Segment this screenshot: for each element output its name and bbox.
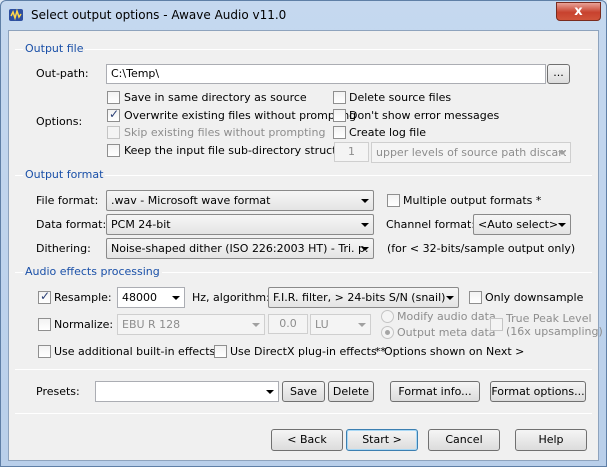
only-downsample-label[interactable]: Only downsample: [485, 291, 583, 304]
close-button[interactable]: x: [556, 2, 601, 21]
output-meta-radio: [381, 326, 394, 339]
save-same-dir-checkbox[interactable]: [107, 91, 120, 104]
keep-subdir-checkbox[interactable]: [107, 144, 120, 157]
levels-input: 1: [334, 142, 369, 162]
radio-dot: [385, 330, 390, 335]
dithering-combo[interactable]: Noise-shaped dither (ISO 226:2003 HT) - …: [106, 238, 374, 259]
presets-combo[interactable]: [95, 381, 279, 402]
builtin-effects-label[interactable]: Use additional built-in effects *: [54, 345, 224, 358]
modify-audio-radio: [381, 310, 394, 323]
keep-subdir-label[interactable]: Keep the input file sub-directory struct…: [124, 144, 358, 157]
true-peak-sublabel: (16x upsampling): [506, 325, 603, 338]
chevron-down-icon: [361, 199, 369, 203]
create-log-checkbox[interactable]: [333, 126, 346, 139]
normalize-unit-combo: LU: [310, 314, 371, 335]
group-title-audio-effects: Audio effects processing: [23, 265, 162, 278]
chevron-down-icon: [361, 223, 369, 227]
start-button[interactable]: Start >: [346, 429, 418, 451]
title-bar[interactable]: Select output options - Awave Audio v11.…: [1, 1, 606, 29]
chevron-down-icon: [558, 223, 566, 227]
dithering-label: Dithering:: [36, 242, 91, 255]
group-title-output-format: Output format: [23, 168, 106, 181]
multiple-formats-label[interactable]: Multiple output formats *: [403, 194, 541, 207]
file-format-label: File format:: [36, 194, 99, 207]
create-log-label[interactable]: Create log file: [349, 126, 426, 139]
skip-existing-checkbox: [107, 126, 120, 139]
group-divider: [15, 49, 592, 50]
normalize-checkbox[interactable]: [38, 318, 51, 331]
outpath-label: Out-path:: [36, 67, 89, 80]
back-button[interactable]: < Back: [271, 429, 343, 451]
algorithm-combo[interactable]: F.I.R. filter, > 24-bits S/N (snail): [268, 287, 459, 308]
no-errors-checkbox[interactable]: [333, 109, 346, 122]
chevron-down-icon: [252, 323, 260, 327]
file-format-combo[interactable]: .wav - Microsoft wave format: [106, 190, 374, 211]
chevron-down-icon: [446, 296, 454, 300]
delete-source-checkbox[interactable]: [333, 91, 346, 104]
checkmark-icon: ✓: [109, 107, 120, 121]
awave-app-icon: [9, 8, 23, 21]
multiple-formats-checkbox[interactable]: [387, 194, 400, 207]
dithering-note: (for < 32-bits/sample output only): [387, 242, 576, 255]
chevron-down-icon: [172, 296, 180, 300]
presets-label: Presets:: [36, 385, 80, 398]
close-icon: x: [574, 4, 583, 19]
browse-button[interactable]: ...: [547, 64, 570, 84]
normalize-label[interactable]: Normalize:: [54, 318, 113, 331]
data-format-value: PCM 24-bit: [111, 218, 171, 231]
format-info-button[interactable]: Format info...: [390, 381, 480, 402]
chevron-down-icon: [358, 323, 366, 327]
directx-effects-checkbox[interactable]: [214, 345, 227, 358]
normalize-level-input: 0.0: [268, 314, 308, 334]
channel-format-label: Channel format:: [386, 218, 476, 231]
separator: [15, 369, 592, 370]
no-errors-label[interactable]: Don't show error messages: [349, 109, 499, 122]
outpath-input[interactable]: C:\Temp\: [106, 64, 546, 84]
channel-format-combo[interactable]: <Auto select>: [473, 214, 571, 235]
levels-combo: upper levels of source path discarded: [371, 142, 571, 163]
window-title: Select output options - Awave Audio v11.…: [31, 8, 287, 22]
help-button[interactable]: Help: [515, 429, 587, 451]
chevron-down-icon: [266, 390, 274, 394]
normalize-standard-value: EBU R 128: [122, 318, 181, 331]
builtin-effects-checkbox[interactable]: [38, 345, 51, 358]
delete-preset-button[interactable]: Delete: [328, 381, 374, 402]
cancel-button[interactable]: Cancel: [428, 429, 500, 451]
dialog-client: Output file Out-path: C:\Temp\ ... Optio…: [8, 30, 603, 461]
overwrite-checkbox[interactable]: ✓: [107, 107, 120, 122]
group-title-output-file: Output file: [23, 42, 86, 55]
true-peak-label: True Peak Level: [506, 312, 592, 325]
resample-checkbox[interactable]: ✓: [38, 289, 51, 304]
save-same-dir-label[interactable]: Save in same directory as source: [124, 91, 307, 104]
levels-combo-value: upper levels of source path discarded: [376, 146, 566, 159]
algorithm-value: F.I.R. filter, > 24-bits S/N (snail): [273, 291, 446, 304]
skip-existing-label: Skip existing files without prompting: [124, 126, 326, 139]
normalize-standard-combo: EBU R 128: [117, 314, 265, 335]
dialog-window: Select output options - Awave Audio v11.…: [0, 0, 607, 467]
true-peak-checkbox: [490, 318, 503, 331]
data-format-combo[interactable]: PCM 24-bit: [106, 214, 374, 235]
chevron-down-icon: [361, 247, 369, 251]
channel-format-value: <Auto select>: [478, 218, 559, 231]
delete-source-label[interactable]: Delete source files: [349, 91, 451, 104]
output-meta-label: Output meta data: [397, 326, 496, 339]
resample-label[interactable]: Resample:: [54, 291, 112, 304]
dithering-value: Noise-shaped dither (ISO 226:2003 HT) - …: [111, 242, 369, 255]
file-format-value: .wav - Microsoft wave format: [111, 194, 271, 207]
hz-algorithm-label: Hz, algorithm:: [192, 291, 270, 304]
chevron-down-icon: [558, 151, 566, 155]
options-label: Options:: [36, 115, 83, 128]
options-note: * Options shown on Next >: [375, 345, 525, 358]
modify-audio-label: Modify audio data: [397, 310, 496, 323]
format-options-button[interactable]: Format options...: [490, 381, 586, 402]
checkmark-icon: ✓: [40, 289, 51, 303]
data-format-label: Data format:: [36, 218, 107, 231]
overwrite-label[interactable]: Overwrite existing files without prompti…: [124, 109, 356, 122]
only-downsample-checkbox[interactable]: [469, 291, 482, 304]
directx-effects-label[interactable]: Use DirectX plug-in effects *: [230, 345, 386, 358]
save-preset-button[interactable]: Save: [282, 381, 325, 402]
resample-rate-combo[interactable]: 48000: [117, 287, 185, 308]
separator: [15, 413, 592, 414]
